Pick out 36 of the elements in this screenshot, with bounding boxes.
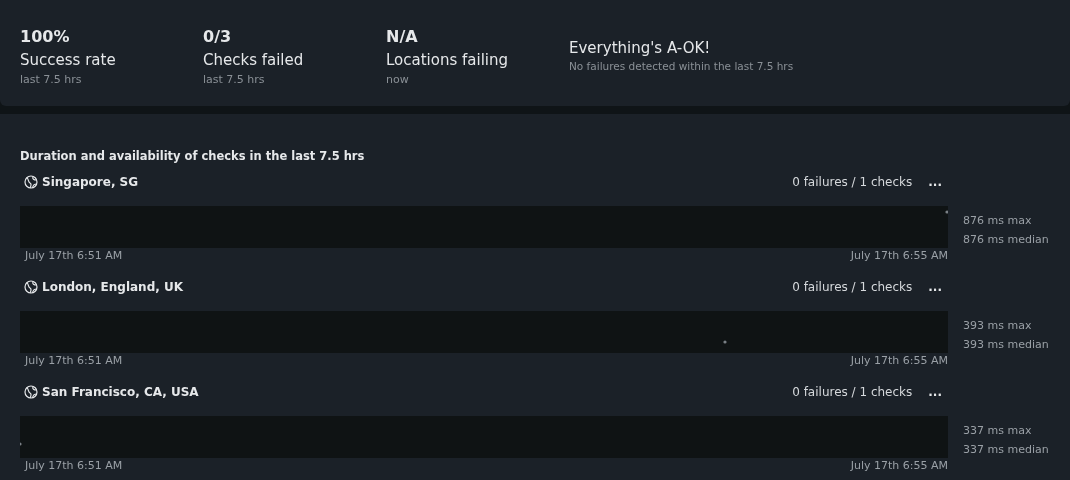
more-button[interactable]: ... — [922, 280, 948, 294]
end-time: July 17th 6:55 AM — [850, 458, 948, 474]
stat-label: Checks failed — [203, 50, 305, 71]
median-duration: 393 ms median — [963, 337, 1049, 353]
stat-period: now — [386, 73, 410, 87]
start-time: July 17th 6:51 AM — [25, 248, 123, 264]
failure-count: 0 failures / 1 checks — [792, 280, 913, 294]
stat-value: N/A — [386, 27, 419, 47]
end-time: July 17th 6:55 AM — [850, 248, 948, 264]
location-name: London, England, UK — [42, 280, 183, 294]
stat-label: Locations failing — [386, 50, 510, 71]
status-message: No failures detected within the last 7.5 hrs — [569, 59, 794, 74]
stat-period: last 7.5 hrs — [20, 73, 83, 87]
more-button[interactable]: ... — [922, 385, 948, 399]
stat-value: 0/3 — [203, 27, 233, 47]
median-duration: 876 ms median — [963, 232, 1049, 248]
section-title: Duration and availability of checks in the last 7.5 hrs — [20, 148, 366, 164]
globe-icon — [24, 385, 38, 399]
globe-icon — [24, 175, 38, 189]
start-time: July 17th 6:51 AM — [25, 458, 123, 474]
failure-count: 0 failures / 1 checks — [792, 385, 913, 399]
location-name: San Francisco, CA, USA — [42, 385, 199, 399]
end-time: July 17th 6:55 AM — [850, 353, 948, 369]
max-duration: 337 ms max — [963, 423, 1033, 439]
median-duration: 337 ms median — [963, 442, 1049, 458]
max-duration: 393 ms max — [963, 318, 1033, 334]
stat-value: 100% — [20, 27, 71, 47]
stat-period: last 7.5 hrs — [203, 73, 266, 87]
max-duration: 876 ms max — [963, 213, 1033, 229]
more-button[interactable]: ... — [922, 175, 948, 189]
globe-icon — [24, 280, 38, 294]
failure-count: 0 failures / 1 checks — [792, 175, 913, 189]
start-time: July 17th 6:51 AM — [25, 353, 123, 369]
location-name: Singapore, SG — [42, 175, 139, 189]
stat-label: Success rate — [20, 50, 117, 71]
status-title: Everything's A-OK! — [569, 38, 712, 58]
